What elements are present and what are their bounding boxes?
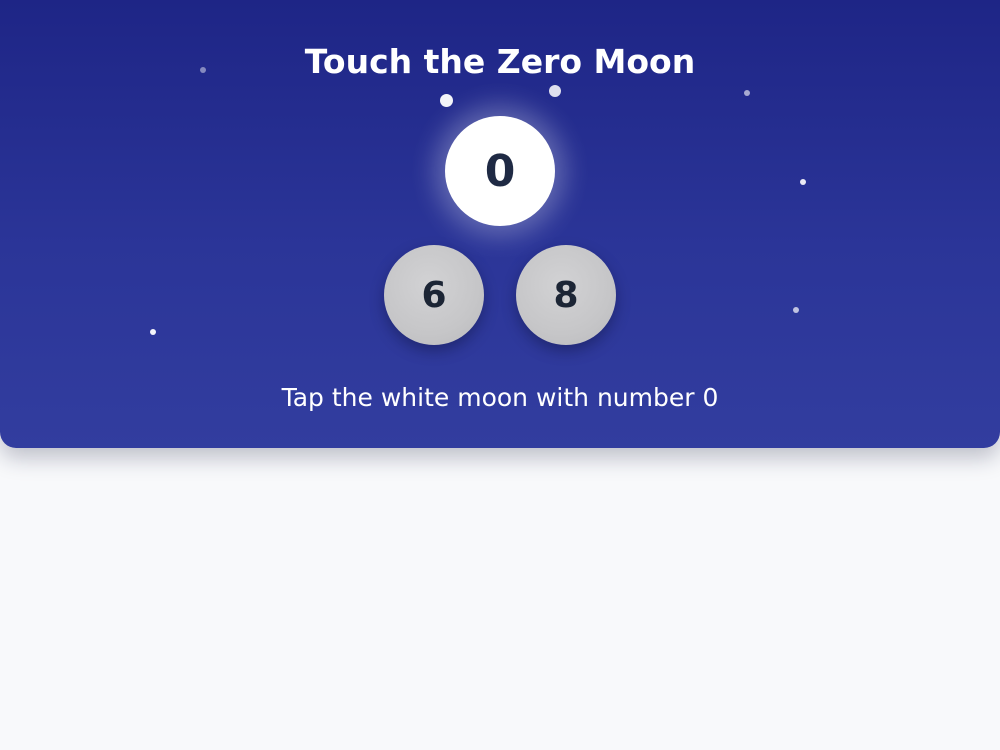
- moon-eight-button[interactable]: 8: [516, 245, 616, 345]
- star: [150, 329, 156, 335]
- star: [549, 85, 561, 97]
- game-title: Touch the Zero Moon: [304, 42, 696, 81]
- star: [744, 90, 750, 96]
- moon-number: 0: [484, 145, 516, 197]
- zero-moon-button[interactable]: 0: [445, 116, 555, 226]
- star: [800, 179, 806, 185]
- moon-number: 8: [553, 274, 579, 316]
- moon-six-button[interactable]: 6: [384, 245, 484, 345]
- star: [793, 307, 799, 313]
- star: [440, 94, 453, 107]
- moon-number: 6: [421, 274, 447, 316]
- game-panel: Touch the Zero Moon 0 6 8 Tap the white …: [0, 0, 1000, 448]
- instruction-text: Tap the white moon with number 0: [281, 383, 719, 412]
